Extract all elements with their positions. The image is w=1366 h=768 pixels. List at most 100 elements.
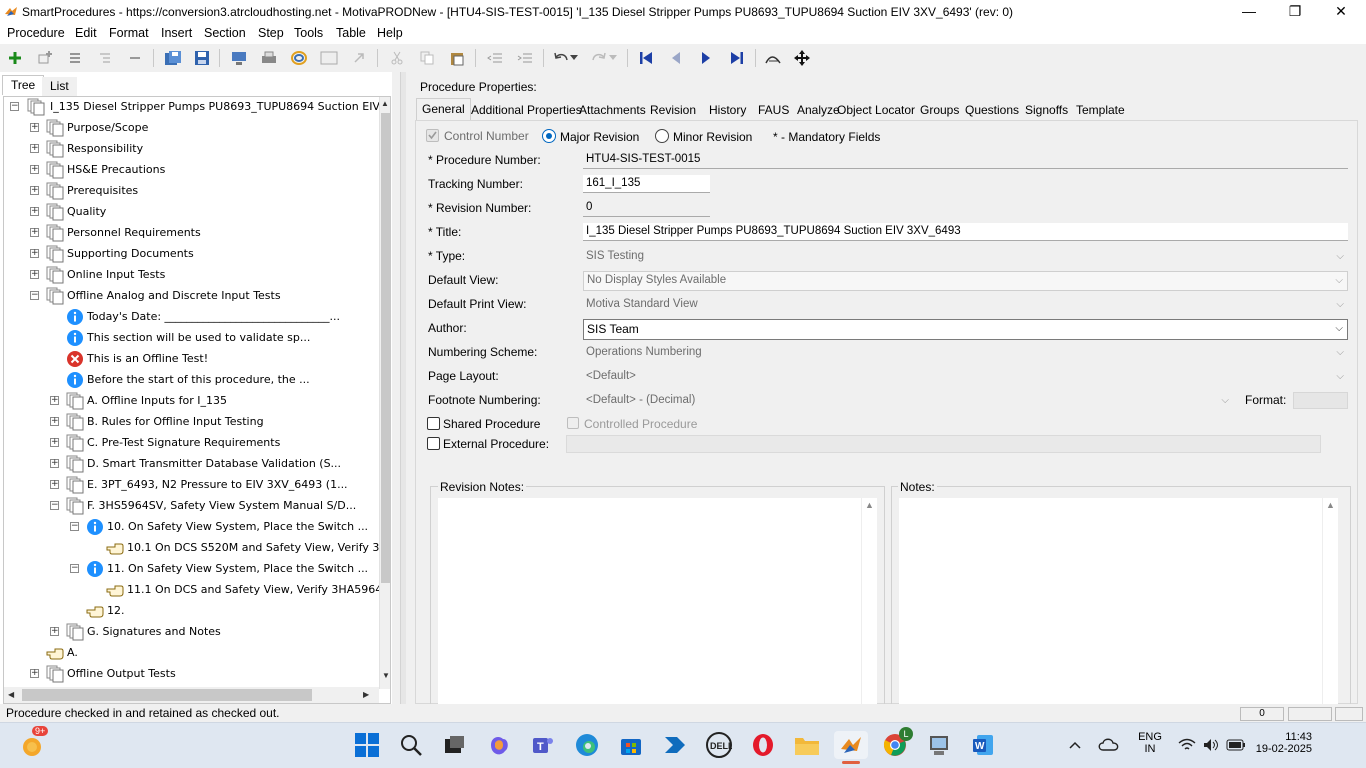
tree-item[interactable]: + D. Smart Transmitter Database Validatio… xyxy=(4,454,376,475)
tab-revision[interactable]: Revision xyxy=(645,100,701,120)
chevron-up-icon[interactable] xyxy=(1065,731,1085,759)
export-icon[interactable] xyxy=(229,48,249,68)
clock[interactable]: 11:43 19-02-2025 xyxy=(1252,731,1312,755)
minimize-button[interactable]: — xyxy=(1226,0,1272,24)
window-icon[interactable] xyxy=(319,48,339,68)
paste-icon[interactable] xyxy=(447,48,467,68)
expand-icon[interactable]: + xyxy=(50,459,59,468)
tree-item[interactable]: − 11. On Safety View System, Place the Sw… xyxy=(4,559,376,580)
tree-item[interactable]: Today's Date: __________________________… xyxy=(4,307,376,328)
tree-item[interactable]: + Personnel Requirements xyxy=(4,223,376,244)
scroll-up-icon[interactable]: ▲ xyxy=(381,99,389,108)
tree-item[interactable]: 12. xyxy=(4,601,376,622)
tab-history[interactable]: History xyxy=(704,100,751,120)
expand-icon[interactable]: + xyxy=(30,207,39,216)
language-indicator[interactable]: ENG IN xyxy=(1138,731,1162,755)
tree-item[interactable]: This section will be used to validate sp… xyxy=(4,328,376,349)
tree-vertical-scrollbar[interactable]: ▲ ▼ xyxy=(379,97,390,689)
control-number-checkbox[interactable] xyxy=(426,129,439,142)
tree-item[interactable]: + E. 3PT_6493, N2 Pressure to EIV 3XV_649… xyxy=(4,475,376,496)
tree-item[interactable]: + Supporting Documents xyxy=(4,244,376,265)
collapse-icon[interactable]: − xyxy=(30,291,39,300)
tree-item[interactable]: + B. Rules for Offline Input Testing xyxy=(4,412,376,433)
scroll-right-icon[interactable]: ▶ xyxy=(363,690,369,699)
author-select[interactable]: SIS Team ⌵ xyxy=(583,319,1348,340)
print-icon[interactable] xyxy=(259,48,279,68)
controlled-procedure-checkbox[interactable] xyxy=(567,417,579,429)
battery-icon[interactable] xyxy=(1224,731,1248,759)
notes-scrollbar[interactable]: ▲ xyxy=(1322,498,1338,708)
tab-faus[interactable]: FAUS xyxy=(753,100,794,120)
redo-arrow-icon[interactable] xyxy=(349,48,369,68)
copilot-icon[interactable] xyxy=(485,731,513,759)
cut-icon[interactable] xyxy=(387,48,407,68)
opera-icon[interactable] xyxy=(749,731,777,759)
menu-procedure[interactable]: Procedure xyxy=(7,26,65,40)
task-view-icon[interactable] xyxy=(441,731,469,759)
remove-icon[interactable] xyxy=(125,48,145,68)
smartprocedures-taskbar-icon[interactable] xyxy=(834,731,868,764)
menu-table[interactable]: Table xyxy=(336,26,366,40)
menu-format[interactable]: Format xyxy=(109,26,149,40)
file-explorer-icon[interactable] xyxy=(793,731,821,759)
panel-splitter[interactable] xyxy=(400,72,406,704)
edge-icon[interactable] xyxy=(573,731,601,759)
indent-icon[interactable] xyxy=(515,48,535,68)
minor-revision-radio[interactable] xyxy=(655,129,669,143)
windows-start-icon[interactable] xyxy=(353,731,381,759)
notes-textarea[interactable] xyxy=(899,498,1322,708)
tree-item[interactable]: + Prerequisites xyxy=(4,181,376,202)
chrome-icon[interactable]: L xyxy=(881,727,913,759)
wifi-icon[interactable] xyxy=(1176,731,1198,759)
expand-icon[interactable]: + xyxy=(50,417,59,426)
outdent-icon[interactable] xyxy=(485,48,505,68)
close-button[interactable]: ✕ xyxy=(1318,0,1364,24)
dell-icon[interactable]: DELL xyxy=(705,731,733,759)
volume-icon[interactable] xyxy=(1200,731,1222,759)
find-icon[interactable] xyxy=(763,48,783,68)
tab-tree[interactable]: Tree xyxy=(2,75,45,95)
external-procedure-input[interactable] xyxy=(566,435,1321,453)
expand-icon[interactable]: + xyxy=(30,144,39,153)
tree-item[interactable]: A. xyxy=(4,643,376,664)
move-icon[interactable] xyxy=(792,48,812,68)
indent-list-icon[interactable] xyxy=(95,48,115,68)
last-icon[interactable] xyxy=(727,48,747,68)
revision-notes-scrollbar[interactable]: ▲ xyxy=(861,498,877,708)
add-icon[interactable] xyxy=(5,48,25,68)
menu-section[interactable]: Section xyxy=(204,26,246,40)
menu-help[interactable]: Help xyxy=(377,26,403,40)
redo-dropdown-icon[interactable] xyxy=(606,48,620,68)
format-input[interactable] xyxy=(1293,392,1348,409)
scroll-left-icon[interactable]: ◀ xyxy=(8,690,14,699)
type-select[interactable]: SIS Testing ⌵ xyxy=(583,248,1348,266)
expand-icon[interactable]: + xyxy=(30,228,39,237)
tree-root[interactable]: − I_135 Diesel Stripper Pumps PU8693_TUP… xyxy=(4,97,390,118)
title-input[interactable]: I_135 Diesel Stripper Pumps PU8693_TUPU8… xyxy=(583,223,1348,241)
tab-object-locator[interactable]: Object Locator xyxy=(832,100,920,120)
tree-item[interactable]: + Offline Output Tests xyxy=(4,664,376,685)
tree-item[interactable]: + Quality xyxy=(4,202,376,223)
page-layout-select[interactable]: <Default> ⌵ xyxy=(583,368,1348,386)
network-cloud-icon[interactable] xyxy=(1097,731,1121,759)
scroll-up-icon[interactable]: ▲ xyxy=(1326,500,1335,510)
menu-edit[interactable]: Edit xyxy=(75,26,97,40)
menu-tools[interactable]: Tools xyxy=(294,26,323,40)
tree-item[interactable]: + Purpose/Scope xyxy=(4,118,376,139)
tab-attachments[interactable]: Attachments xyxy=(574,100,651,120)
footnote-numbering-select[interactable]: <Default> - (Decimal) ⌵ xyxy=(583,392,1233,410)
expand-icon[interactable]: + xyxy=(30,123,39,132)
tab-groups[interactable]: Groups xyxy=(915,100,964,120)
tab-template[interactable]: Template xyxy=(1071,100,1130,120)
expand-icon[interactable]: + xyxy=(30,270,39,279)
tree-item[interactable]: 11.1 On DCS and Safety View, Verify 3HA5… xyxy=(4,580,390,601)
tree-item[interactable]: + G. Signatures and Notes xyxy=(4,622,376,643)
tree-item[interactable]: 10.1 On DCS S520M and Safety View, Verif… xyxy=(4,538,390,559)
weather-icon[interactable]: 9+ xyxy=(18,726,49,759)
collapse-icon[interactable]: − xyxy=(70,564,79,573)
store-icon[interactable] xyxy=(617,731,645,759)
tracking-number-input[interactable]: 161_I_135 xyxy=(583,175,710,193)
external-procedure-checkbox[interactable] xyxy=(427,437,440,450)
tree-item[interactable]: Before the start of this procedure, the … xyxy=(4,370,376,391)
first-icon[interactable] xyxy=(636,48,656,68)
